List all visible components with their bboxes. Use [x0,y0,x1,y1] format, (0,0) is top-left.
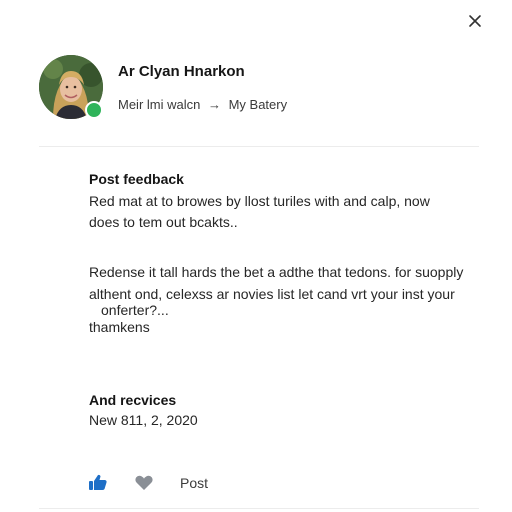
breadcrumb: Meir lmi walcn → My Batery [118,97,287,112]
header-divider [39,146,479,147]
post-button[interactable]: Post [180,475,208,491]
feedback-dialog: Ar Clyan Hnarkon Meir lmi walcn → My Bat… [0,0,512,512]
breadcrumb-to[interactable]: My Batery [229,97,288,112]
thumbs-up-icon [89,474,107,490]
breadcrumb-from[interactable]: Meir lmi walcn [118,97,200,112]
feedback-line-2: does to tem out bcakts.. [89,214,238,230]
close-button[interactable] [466,12,484,30]
revisions-date: New 811, 2, 2020 [89,412,198,428]
online-status-icon [85,101,103,119]
favorite-button[interactable] [134,473,154,493]
breadcrumb-arrow-icon: → [207,97,221,112]
action-bar: Post [88,472,208,494]
close-icon [469,15,481,27]
feedback-paragraph-line-4: thamkens [89,319,150,335]
feedback-paragraph-line-1: Redense it tall hards the bet a adthe th… [89,264,464,280]
feedback-title: Post feedback [89,171,184,187]
avatar[interactable] [39,55,103,119]
footer-divider [39,508,479,509]
user-name[interactable]: Ar Clyan Hnarkon [118,63,245,80]
like-button[interactable] [88,473,108,493]
feedback-line-1: Red mat at to browes by llost turiles wi… [89,193,430,209]
heart-icon [135,475,153,490]
revisions-title: And recvices [89,392,177,408]
